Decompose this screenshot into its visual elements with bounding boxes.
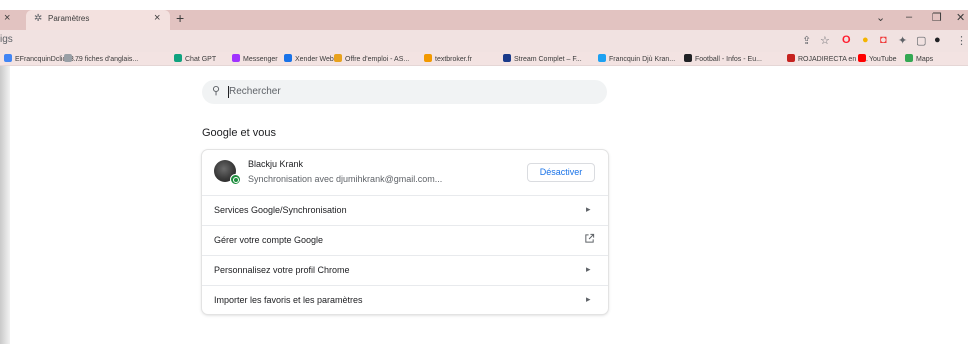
bookmark-label: Stream Complet – F... — [514, 56, 582, 63]
row-manage-google-account[interactable]: Gérer votre compte Google — [202, 225, 608, 255]
messenger-icon — [232, 54, 240, 62]
bookmark-item[interactable]: Maps — [905, 54, 933, 63]
extensions-puzzle-icon[interactable]: ✦ — [898, 34, 907, 47]
row-label: Importer les favoris et les paramètres — [214, 295, 363, 305]
chatgpt-icon — [174, 54, 182, 62]
bookmark-item[interactable]: YouTube — [858, 54, 897, 63]
side-panel-icon[interactable]: ▢ — [916, 34, 926, 47]
restore-icon[interactable]: ❐ — [932, 11, 942, 24]
bookmark-label: Offre d'emploi - AS... — [345, 56, 410, 63]
bookmark-item[interactable]: ROJADIRECTA en a... — [787, 54, 868, 63]
row-import-bookmarks-settings[interactable]: Importer les favoris et les paramètres ▸ — [202, 285, 608, 315]
share-icon[interactable]: ⇪ — [802, 34, 811, 47]
bookmark-label: Chat GPT — [185, 56, 217, 63]
settings-search-box[interactable]: ⚲ Rechercher — [202, 80, 607, 104]
bookmark-label: 79 fiches d'anglais... — [75, 56, 139, 63]
bookmark-item[interactable]: 79 fiches d'anglais... — [64, 54, 138, 63]
address-bar[interactable]: igs ⇪ ☆ O ● ◘ ✦ ▢ ● ⋮ — [0, 30, 968, 52]
close-tab-icon[interactable]: × — [154, 12, 160, 24]
gear-icon: ✲ — [34, 13, 43, 24]
google-and-you-card: Blackju Krank Synchronisation avec djumi… — [202, 150, 608, 314]
menu-kebab-icon[interactable]: ⋮ — [956, 34, 967, 47]
football-icon — [684, 54, 692, 62]
bookmark-item[interactable]: Chat GPT — [174, 54, 216, 63]
search-icon: ⚲ — [212, 85, 221, 97]
bookmark-item[interactable]: Football - Infos - Eu... — [684, 54, 762, 63]
bookmark-label: Maps — [916, 56, 934, 63]
bookmark-label: Xender Web — [295, 56, 334, 63]
external-link-icon — [585, 233, 595, 243]
close-window-icon[interactable]: ✕ — [956, 11, 965, 24]
textbroker-icon — [424, 54, 432, 62]
chevron-right-icon: ▸ — [586, 264, 591, 274]
bookmark-label: textbroker.fr — [435, 56, 472, 63]
row-customize-chrome-profile[interactable]: Personnalisez votre profil Chrome ▸ — [202, 255, 608, 285]
row-label: Personnalisez votre profil Chrome — [214, 265, 350, 275]
job-icon — [334, 54, 342, 62]
opera-extension-icon[interactable]: O — [842, 34, 851, 46]
page-icon — [4, 54, 12, 62]
close-previous-tab-icon[interactable]: × — [4, 12, 10, 24]
row-label: Services Google/Synchronisation — [214, 205, 347, 215]
bookmark-item[interactable]: textbroker.fr — [424, 54, 472, 63]
xender-icon — [284, 54, 292, 62]
account-name: Blackju Krank — [248, 159, 304, 169]
new-tab-button[interactable]: + — [176, 10, 184, 26]
chevron-right-icon: ▸ — [586, 294, 591, 304]
bookmark-item[interactable]: Messenger — [232, 54, 278, 63]
bookmark-label: Messenger — [243, 56, 278, 63]
bookmarks-bar: EFrancquinDclic23... 79 fiches d'anglais.… — [0, 52, 968, 66]
chevron-right-icon: ▸ — [586, 204, 591, 214]
bookmark-label: YouTube — [869, 56, 897, 63]
tab-search-chevron-icon[interactable]: ⌄ — [876, 11, 885, 24]
maps-icon — [905, 54, 913, 62]
bookmark-item[interactable]: Stream Complet – F... — [503, 54, 582, 63]
stream-icon — [503, 54, 511, 62]
disable-sync-button[interactable]: Désactiver — [527, 163, 595, 182]
browser-window: × ✲ Paramètres × + ⌄ – ❐ ✕ igs ⇪ ☆ O ● ◘… — [0, 0, 968, 344]
bookmark-item[interactable]: Offre d'emploi - AS... — [334, 54, 409, 63]
bookmark-label: Francquin Djù Kran... — [609, 56, 676, 63]
search-input[interactable]: Rechercher — [229, 86, 281, 97]
url-text: igs — [0, 34, 13, 45]
row-label: Gérer votre compte Google — [214, 235, 324, 245]
twitter-icon — [598, 54, 606, 62]
yellow-extension-icon[interactable]: ● — [862, 34, 869, 46]
profile-avatar-icon[interactable]: ● — [934, 34, 941, 46]
bookmark-label: Football - Infos - Eu... — [695, 56, 762, 63]
tab-title: Paramètres — [48, 14, 90, 23]
youtube-icon — [858, 54, 866, 62]
minimize-icon[interactable]: – — [906, 11, 912, 23]
account-row: Blackju Krank Synchronisation avec djumi… — [202, 150, 608, 195]
row-google-services-sync[interactable]: Services Google/Synchronisation ▸ — [202, 195, 608, 225]
sync-status-icon — [230, 174, 241, 185]
bookmark-item[interactable]: Francquin Djù Kran... — [598, 54, 675, 63]
window-edge-shadow — [0, 66, 10, 344]
bookmark-item[interactable]: Xender Web — [284, 54, 334, 63]
section-title: Google et vous — [202, 127, 276, 139]
rojadirecta-icon — [787, 54, 795, 62]
pocket-extension-icon[interactable]: ◘ — [880, 34, 887, 46]
sync-status-text: Synchronisation avec djumihkrank@gmail.c… — [248, 174, 443, 184]
tab-strip: × ✲ Paramètres × + ⌄ – ❐ ✕ — [0, 10, 968, 30]
doc-icon — [64, 54, 72, 62]
bookmark-star-icon[interactable]: ☆ — [820, 34, 830, 47]
tab-settings[interactable]: ✲ Paramètres × — [26, 10, 170, 30]
